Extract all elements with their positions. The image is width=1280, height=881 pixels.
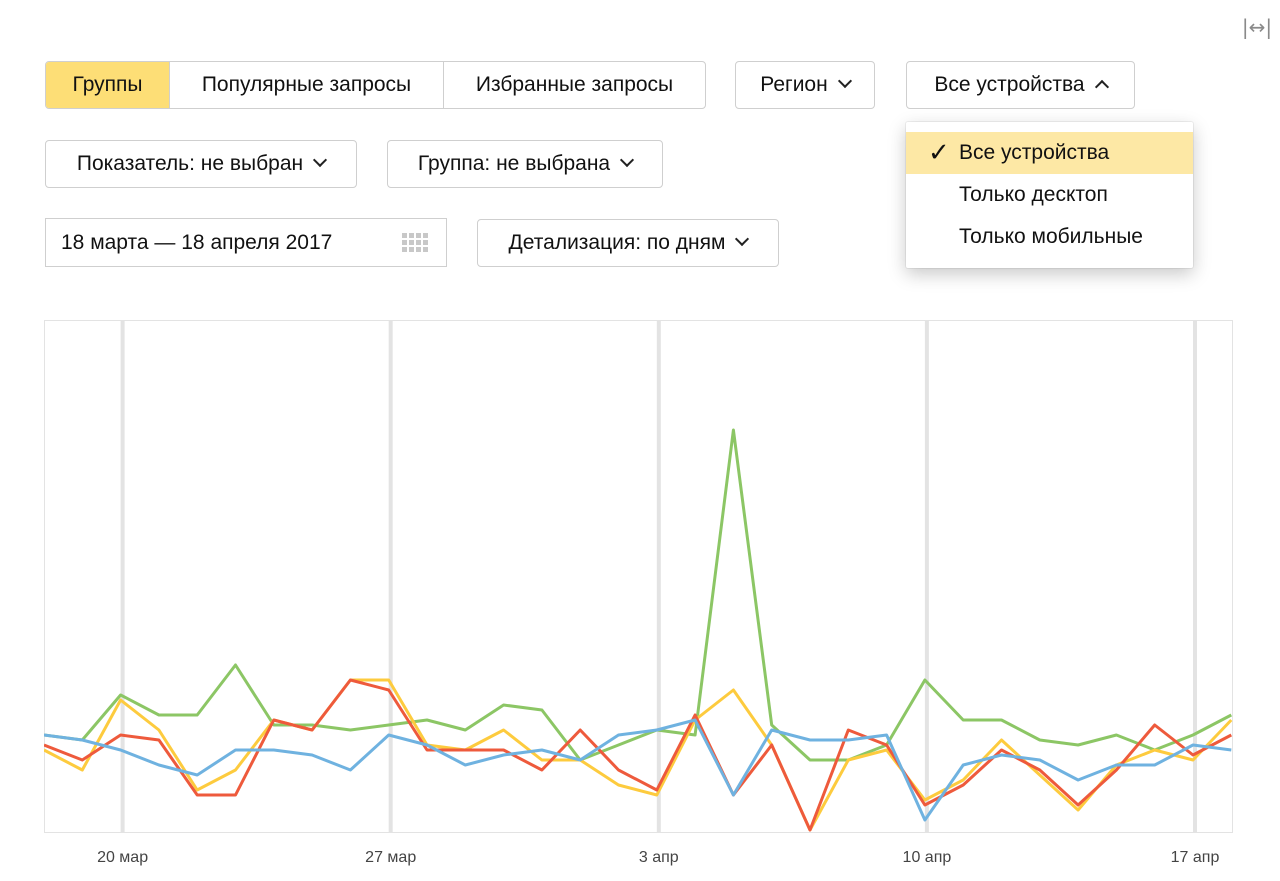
devices-menu: ✓ Все устройства Только десктоп Только м… [906, 122, 1193, 268]
tab-popular-queries[interactable]: Популярные запросы [169, 62, 443, 108]
region-label: Регион [760, 73, 828, 96]
calendar-icon[interactable] [402, 233, 430, 253]
chevron-down-icon [837, 73, 852, 89]
indicator-label: Показатель: не выбран [76, 152, 304, 175]
menu-item-label: Только десктоп [959, 183, 1108, 206]
date-range-input[interactable]: 18 марта — 18 апреля 2017 [45, 218, 447, 267]
devices-dropdown-button[interactable]: Все устройства [906, 61, 1135, 109]
tab-groups[interactable]: Группы [46, 62, 169, 108]
menu-item-mobile-only[interactable]: Только мобильные [906, 216, 1193, 258]
trend-chart-svg: 20 мар 27 мар 3 апр 10 апр 17 апр [44, 320, 1233, 866]
x-tick-label: 27 мар [365, 849, 416, 866]
chevron-down-icon [735, 231, 750, 247]
menu-item-desktop-only[interactable]: Только десктоп [906, 174, 1193, 216]
tab-favorite-queries[interactable]: Избранные запросы [443, 62, 705, 108]
menu-item-all-devices[interactable]: ✓ Все устройства [906, 132, 1193, 174]
x-tick-label: 20 мар [97, 849, 148, 866]
detail-label: Детализация: по дням [508, 231, 726, 254]
devices-label: Все устройства [934, 73, 1085, 96]
menu-item-label: Только мобильные [959, 225, 1143, 248]
x-tick-label: 10 апр [903, 849, 952, 866]
group-label: Группа: не выбрана [417, 152, 611, 175]
date-range-value: 18 марта — 18 апреля 2017 [61, 230, 333, 254]
group-dropdown-button[interactable]: Группа: не выбрана [387, 140, 663, 188]
region-dropdown-button[interactable]: Регион [735, 61, 875, 109]
view-mode-tabs: Группы Популярные запросы Избранные запр… [45, 61, 706, 109]
chevron-up-icon [1094, 79, 1109, 95]
x-tick-label: 3 апр [639, 849, 679, 866]
plot-area [44, 320, 1233, 833]
x-tick-label: 17 апр [1171, 849, 1220, 866]
menu-item-label: Все устройства [959, 141, 1110, 164]
chevron-down-icon [313, 152, 328, 168]
expand-width-icon[interactable]: |↔| [1237, 14, 1277, 40]
detail-dropdown-button[interactable]: Детализация: по дням [477, 219, 779, 267]
trend-chart: 20 мар 27 мар 3 апр 10 апр 17 апр [44, 320, 1233, 875]
checkmark-icon: ✓ [928, 138, 950, 168]
chevron-down-icon [620, 152, 635, 168]
indicator-dropdown-button[interactable]: Показатель: не выбран [45, 140, 357, 188]
